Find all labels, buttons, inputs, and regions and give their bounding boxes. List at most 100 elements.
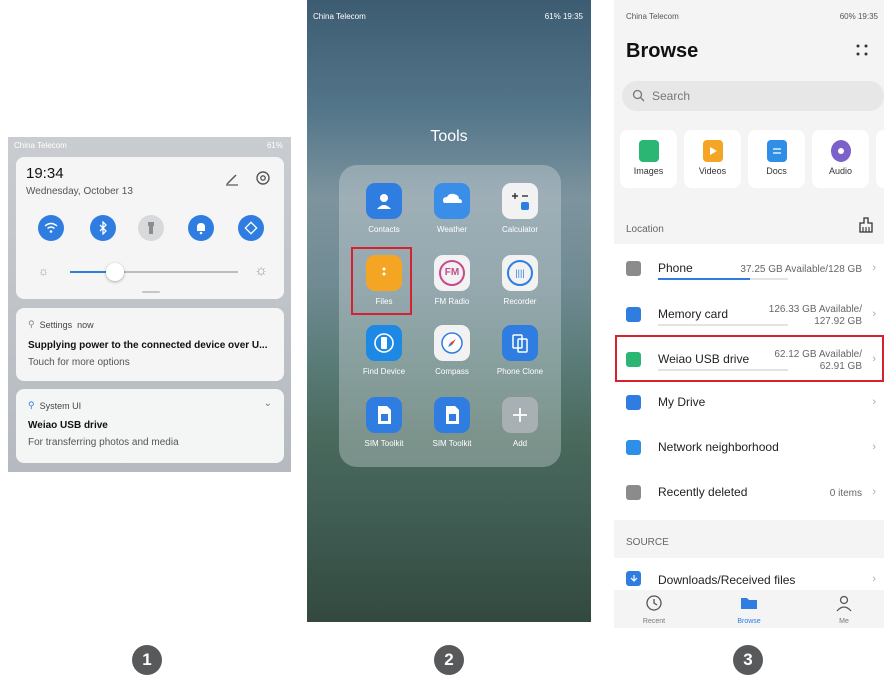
notification-body: Touch for more options xyxy=(28,357,130,368)
storage-bar xyxy=(658,324,788,326)
search-icon xyxy=(632,89,645,102)
network-neighborhood-row[interactable]: Network neighborhood › xyxy=(614,425,884,469)
chevron-right-icon: › xyxy=(872,262,876,274)
source-section-label: SOURCE xyxy=(626,537,669,548)
app-recorder[interactable]: |||| Recorder xyxy=(485,255,555,306)
chevron-right-icon: › xyxy=(872,308,876,320)
location-section-label: Location xyxy=(626,224,664,235)
notification-app: Settings xyxy=(39,319,73,330)
notification-when: now xyxy=(77,319,94,330)
nav-recent[interactable]: Recent xyxy=(624,594,684,625)
drag-handle[interactable] xyxy=(142,291,160,293)
app-label: Phone Clone xyxy=(496,367,544,376)
auto-rotate-toggle[interactable] xyxy=(238,215,264,241)
chevron-right-icon: › xyxy=(872,573,876,585)
phone-clone-icon xyxy=(502,325,538,361)
nav-me[interactable]: Me xyxy=(814,594,874,625)
wifi-toggle[interactable] xyxy=(38,215,64,241)
app-calculator[interactable]: Calculator xyxy=(485,183,555,234)
app-weather[interactable]: Weather xyxy=(417,183,487,234)
chevron-down-icon[interactable]: ⌄ xyxy=(264,398,272,409)
sound-toggle[interactable] xyxy=(188,215,214,241)
tools-folder-screenshot: China Telecom 61% 19:35 Tools Contacts We… xyxy=(307,0,591,622)
app-sim-toolkit[interactable]: SIM Toolkit xyxy=(417,397,487,448)
app-find-device[interactable]: Find Device xyxy=(349,325,419,376)
status-battery-time: 61% 19:35 xyxy=(544,12,583,21)
app-sim-toolkit[interactable]: SIM Toolkit xyxy=(349,397,419,448)
app-label: Contacts xyxy=(368,225,400,234)
row-name: Memory card xyxy=(658,307,729,321)
category-more[interactable] xyxy=(876,130,884,188)
row-value: 0 items xyxy=(829,488,862,499)
status-carrier: China Telecom xyxy=(14,141,67,150)
row-name: My Drive xyxy=(658,395,706,409)
flashlight-toggle[interactable] xyxy=(138,215,164,241)
category-docs[interactable]: Docs xyxy=(748,130,805,188)
bottom-navigation: Recent Browse Me xyxy=(614,590,884,628)
my-drive-row[interactable]: My Drive › xyxy=(614,380,884,424)
phone-icon xyxy=(626,261,641,276)
app-label: Weather xyxy=(436,225,468,234)
bluetooth-toggle[interactable] xyxy=(90,215,116,241)
fm-radio-icon: FM xyxy=(434,255,470,291)
category-images[interactable]: Images xyxy=(620,130,677,188)
notification-system-ui[interactable]: ⚲ System UI ⌄ Weiao USB drive For transfe… xyxy=(16,389,284,463)
notification-body: For transferring photos and media xyxy=(28,437,179,448)
images-icon xyxy=(638,140,659,162)
add-icon xyxy=(502,397,538,433)
notification-settings[interactable]: ⚲ Settings now Supplying power to the conn… xyxy=(16,308,284,381)
source-list: Downloads/Received files › xyxy=(614,558,884,592)
app-label: SIM Toolkit xyxy=(364,439,404,448)
app-compass[interactable]: Compass xyxy=(417,325,487,376)
usb-drive-highlight-box xyxy=(615,335,884,382)
phone-row[interactable]: Phone 37.25 GB Available/128 GB › xyxy=(614,246,884,290)
flashlight-icon xyxy=(148,222,154,234)
app-phone-clone[interactable]: Phone Clone xyxy=(485,325,555,376)
clean-icon[interactable] xyxy=(858,217,874,233)
recorder-icon: |||| xyxy=(502,255,538,291)
chevron-right-icon: › xyxy=(872,441,876,453)
person-icon xyxy=(836,595,852,612)
brightness-slider[interactable]: ☼ ☼ xyxy=(36,262,268,282)
row-value: 37.25 GB Available/128 GB xyxy=(740,264,862,275)
wifi-icon xyxy=(44,222,58,233)
status-carrier: China Telecom xyxy=(313,12,366,21)
notification-title: Supplying power to the connected device … xyxy=(28,340,268,351)
category-videos[interactable]: Videos xyxy=(684,130,741,188)
app-label: SIM Toolkit xyxy=(432,439,472,448)
more-icon[interactable] xyxy=(854,42,870,58)
contacts-icon xyxy=(366,183,402,219)
notification-title: Weiao USB drive xyxy=(28,420,108,431)
search-input[interactable]: Search xyxy=(622,81,884,111)
notification-shade-screenshot: China Telecom 61% 19:34 Wednesday, Octob… xyxy=(8,137,291,472)
rotate-icon xyxy=(244,221,258,235)
edit-icon[interactable] xyxy=(224,171,240,187)
app-label: Calculator xyxy=(501,225,538,234)
docs-icon xyxy=(766,140,787,162)
sd-card-icon xyxy=(626,307,641,322)
audio-icon xyxy=(830,140,851,162)
brightness-low-icon: ☼ xyxy=(38,264,49,278)
memory-card-row[interactable]: Memory card 126.33 GB Available/127.92 GB… xyxy=(614,292,884,336)
category-audio[interactable]: Audio xyxy=(812,130,869,188)
weather-icon xyxy=(434,183,470,219)
location-list: Phone 37.25 GB Available/128 GB › Memory ca… xyxy=(614,244,884,520)
videos-icon xyxy=(702,140,723,162)
step-number-3: 3 xyxy=(733,645,763,675)
downloads-label: Downloads/Received files xyxy=(658,573,796,587)
status-carrier: China Telecom xyxy=(626,12,679,21)
app-label: Compass xyxy=(435,367,469,376)
bluetooth-icon xyxy=(99,221,107,235)
app-contacts[interactable]: Contacts xyxy=(349,183,419,234)
nav-browse[interactable]: Browse xyxy=(719,594,779,625)
clock-time: 19:34 xyxy=(26,165,64,182)
recently-deleted-row[interactable]: Recently deleted 0 items › xyxy=(614,470,884,514)
app-fm-radio[interactable]: FM FM Radio xyxy=(417,255,487,306)
brightness-knob[interactable] xyxy=(106,263,124,281)
status-battery-time: 60% 19:35 xyxy=(839,12,878,21)
gear-icon[interactable] xyxy=(254,169,272,187)
usb-icon: ⚲ xyxy=(28,400,35,410)
app-add[interactable]: Add xyxy=(485,397,555,448)
find-device-icon xyxy=(366,325,402,361)
row-name: Recently deleted xyxy=(658,485,748,499)
